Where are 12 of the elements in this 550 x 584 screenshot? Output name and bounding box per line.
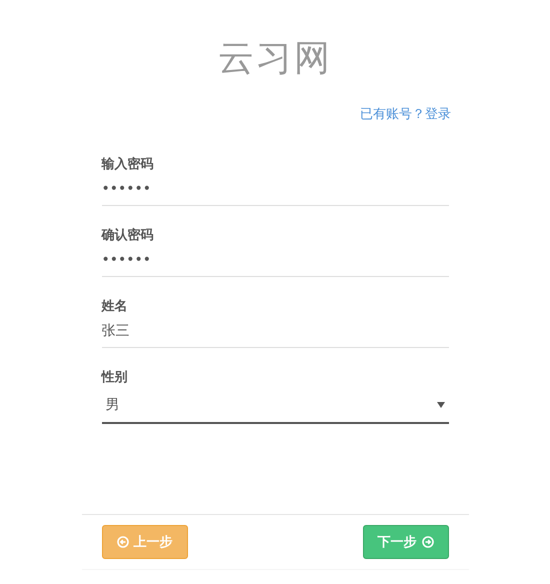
field-label: 性别 — [102, 369, 128, 386]
password-field[interactable]: •••••• — [102, 173, 448, 206]
field-label: 确认密码 — [102, 226, 154, 244]
circle-arrow-left-icon — [116, 536, 128, 548]
field-label: 输入密码 — [102, 156, 154, 173]
circle-arrow-right-icon — [422, 536, 434, 548]
caret-icon — [436, 402, 444, 408]
input-field[interactable]: •••••• — [102, 244, 448, 277]
input-field[interactable]: 张三 — [102, 315, 448, 348]
gender-select[interactable]: 男 — [102, 388, 448, 424]
field-label: 姓名 — [102, 298, 128, 315]
site-logo-title: 云习网 — [218, 37, 332, 81]
